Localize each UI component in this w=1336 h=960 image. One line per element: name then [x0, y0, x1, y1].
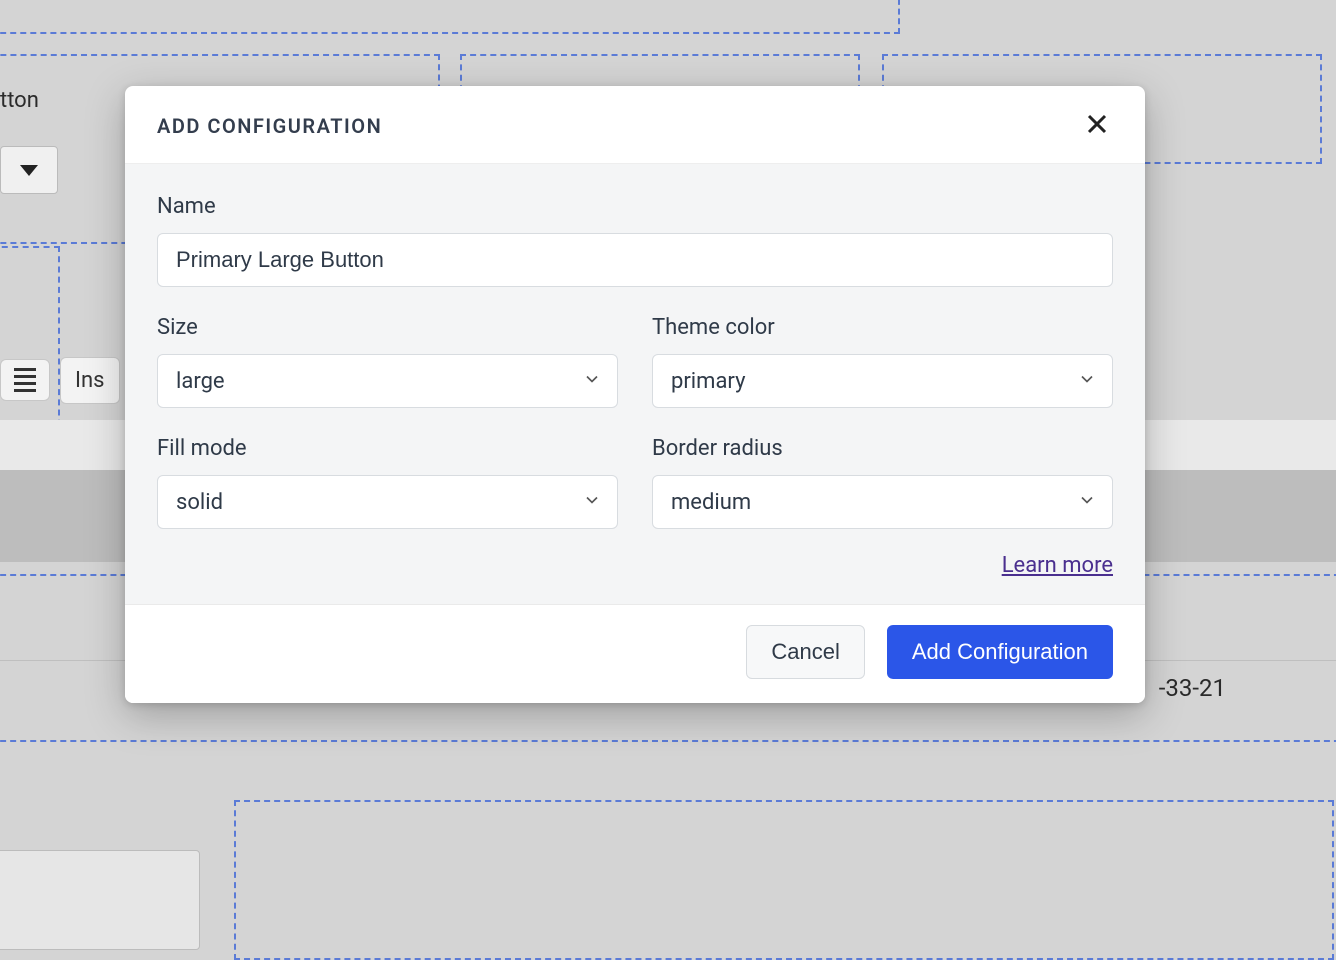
name-label: Name — [157, 194, 1113, 219]
name-input[interactable] — [157, 233, 1113, 287]
bg-toolbar-button-insert[interactable]: Ins — [60, 357, 120, 404]
add-configuration-dialog: Add Configuration Name Size large — [125, 86, 1145, 703]
border-radius-select-value: medium — [671, 490, 751, 515]
field-size: Size large — [157, 315, 618, 408]
bg-partial-label: tton — [0, 88, 39, 113]
field-theme-color: Theme color primary — [652, 315, 1113, 408]
cancel-button[interactable]: Cancel — [746, 625, 864, 679]
caret-down-icon — [20, 165, 38, 176]
field-fill-mode: Fill mode solid — [157, 436, 618, 529]
bg-dropdown-button[interactable] — [0, 146, 58, 194]
align-justify-icon — [14, 368, 36, 392]
bg-toolbar-button-lines[interactable] — [0, 359, 50, 401]
size-select[interactable]: large — [157, 354, 618, 408]
field-border-radius: Border radius medium — [652, 436, 1113, 529]
dialog-footer: Cancel Add Configuration — [125, 604, 1145, 703]
dashed-region — [0, 0, 900, 34]
dialog-body: Name Size large Theme color — [125, 164, 1145, 604]
close-button[interactable] — [1081, 108, 1113, 143]
theme-color-select[interactable]: primary — [652, 354, 1113, 408]
field-name: Name — [157, 194, 1113, 287]
fill-mode-select[interactable]: solid — [157, 475, 618, 529]
theme-color-label: Theme color — [652, 315, 1113, 340]
fill-mode-select-value: solid — [176, 490, 223, 515]
dialog-title: Add Configuration — [157, 114, 382, 138]
learn-more-link[interactable]: Learn more — [1002, 553, 1113, 578]
border-radius-select[interactable]: medium — [652, 475, 1113, 529]
close-icon — [1085, 112, 1109, 136]
bg-timestamp-partial: -33-21 — [1159, 674, 1226, 702]
dashed-region — [234, 800, 1334, 960]
theme-color-select-value: primary — [671, 369, 745, 394]
add-configuration-button[interactable]: Add Configuration — [887, 625, 1113, 679]
border-radius-label: Border radius — [652, 436, 1113, 461]
bg-panel — [0, 850, 200, 950]
size-label: Size — [157, 315, 618, 340]
bg-toolbar: Ins — [0, 350, 120, 410]
bg-toolbar-button-label: Ins — [75, 368, 105, 393]
dialog-header: Add Configuration — [125, 86, 1145, 164]
fill-mode-label: Fill mode — [157, 436, 618, 461]
size-select-value: large — [176, 369, 225, 394]
